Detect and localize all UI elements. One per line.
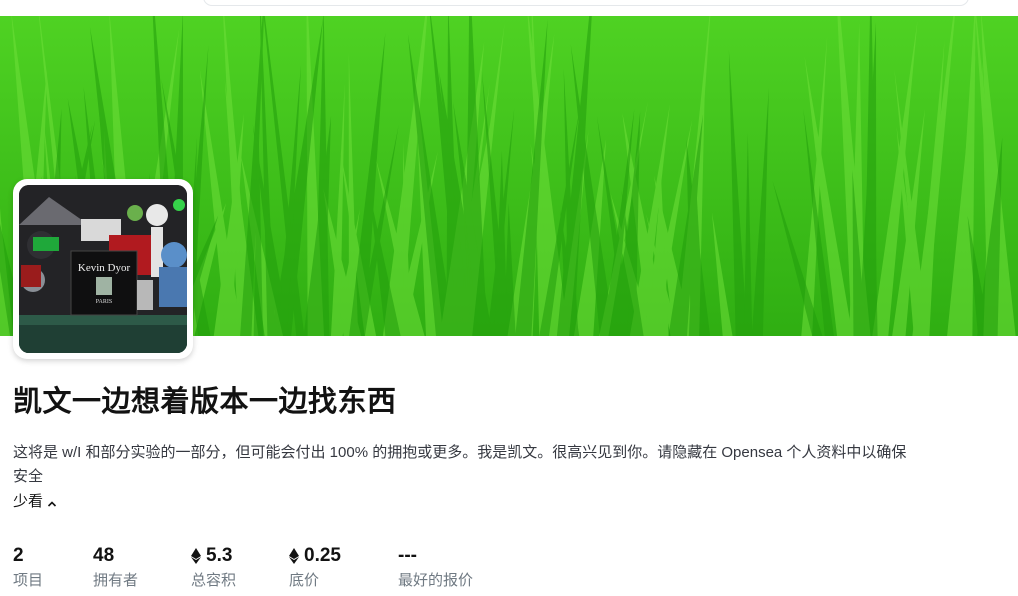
stat-label: 最好的报价 bbox=[398, 572, 474, 589]
avatar-subtitle-text: PARIS bbox=[96, 299, 112, 305]
stat-floor-price[interactable]: 0.25 底价 bbox=[289, 545, 341, 590]
stat-value: 5.3 bbox=[191, 545, 236, 567]
stat-value: 48 bbox=[93, 545, 115, 566]
chevron-up-icon bbox=[47, 496, 57, 507]
stat-value: --- bbox=[398, 545, 417, 566]
stat-total-volume[interactable]: 5.3 总容积 bbox=[191, 545, 236, 590]
stat-label: 项目 bbox=[13, 572, 44, 589]
stat-label: 总容积 bbox=[191, 572, 237, 589]
stat-value: 0.25 bbox=[289, 545, 341, 567]
ethereum-icon bbox=[191, 548, 201, 564]
stat-owners[interactable]: 48 拥有者 bbox=[93, 545, 138, 590]
ethereum-icon bbox=[289, 548, 299, 564]
see-less-label: 少看 bbox=[13, 493, 44, 510]
search-input[interactable] bbox=[203, 0, 969, 6]
see-less-toggle[interactable]: 少看 bbox=[13, 490, 57, 511]
top-bar bbox=[0, 0, 1018, 16]
avatar-title-text: Kevin Dyor bbox=[78, 262, 131, 274]
page-title: 凯文一边想着版本一边找东西 bbox=[13, 386, 397, 418]
stat-value: 2 bbox=[13, 545, 24, 566]
avatar-image: Kevin Dyor PARIS bbox=[19, 185, 187, 353]
stat-label: 拥有者 bbox=[93, 572, 139, 589]
stat-items[interactable]: 2 项目 bbox=[13, 545, 43, 590]
stat-label: 底价 bbox=[289, 572, 320, 589]
collection-description: 这将是 w/I 和部分实验的一部分，但可能会付出 100% 的拥抱或更多。我是凯… bbox=[13, 444, 907, 485]
collection-avatar[interactable]: Kevin Dyor PARIS bbox=[13, 179, 193, 359]
stat-best-offer[interactable]: --- 最好的报价 bbox=[398, 545, 473, 590]
